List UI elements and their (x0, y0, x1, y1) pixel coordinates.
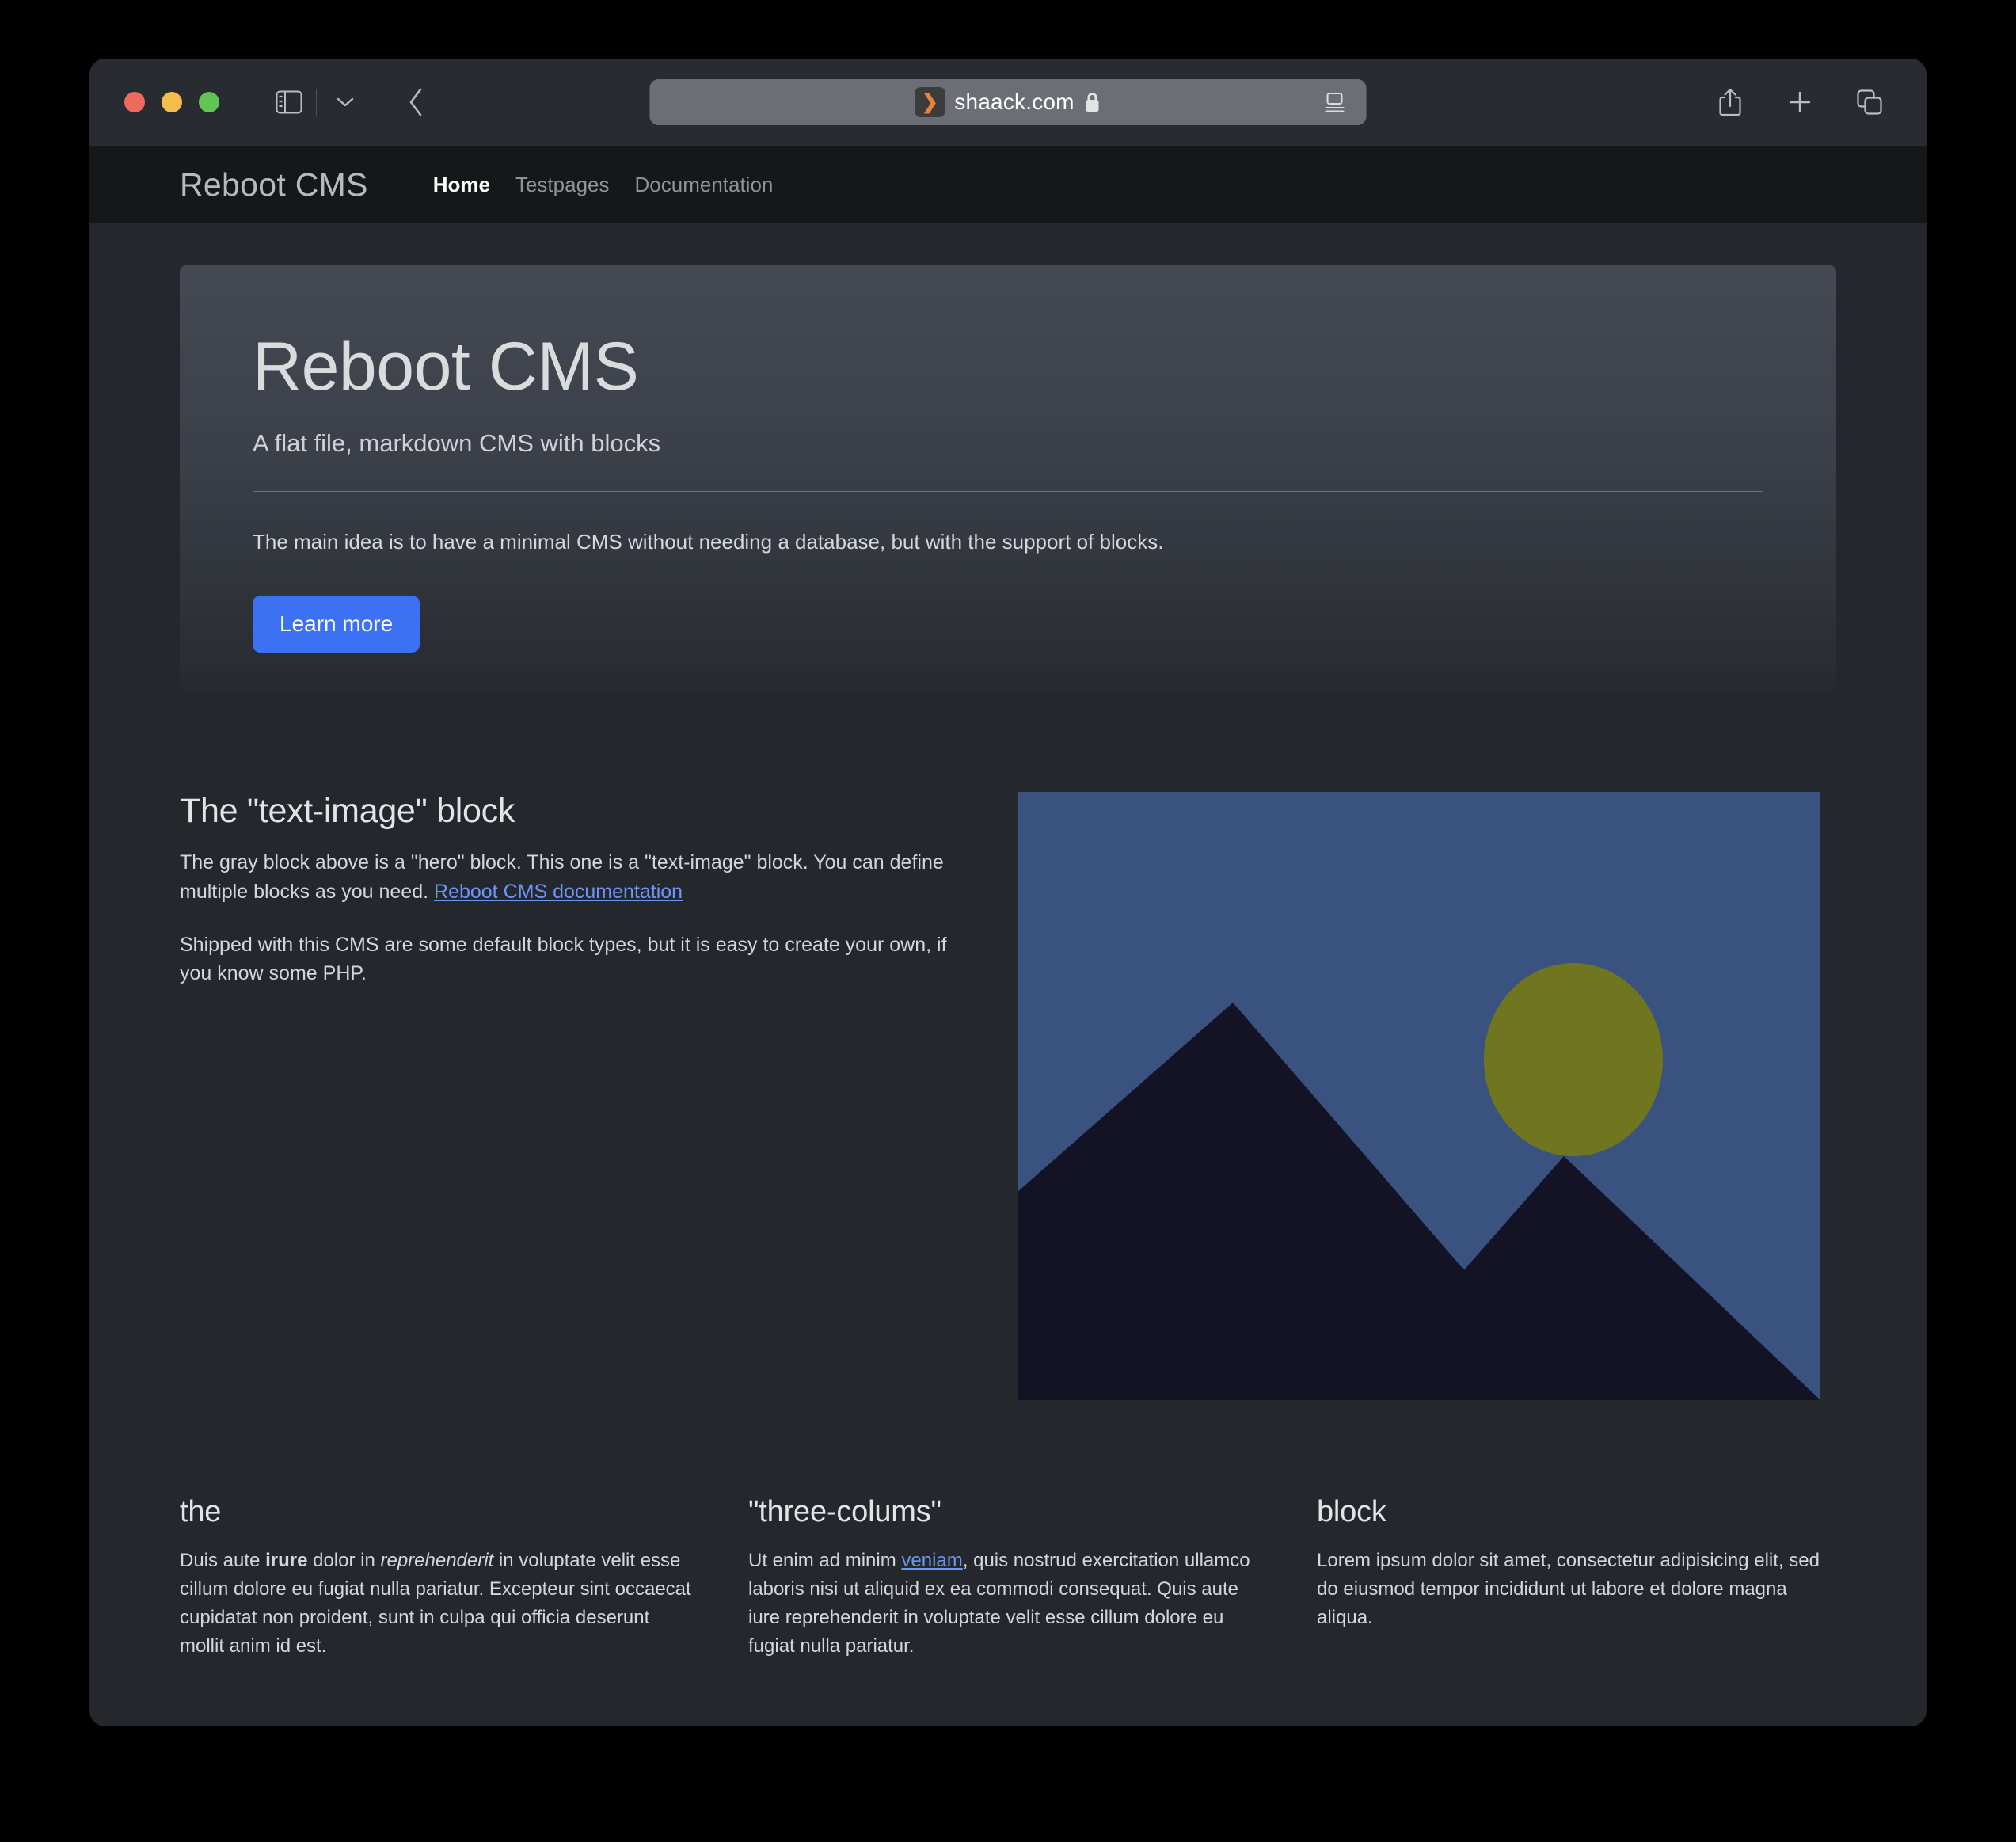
browser-window: ❯ shaack.com (89, 59, 1927, 1726)
address-bar-container: ❯ shaack.com (650, 79, 1367, 125)
column-text-fragment: Lorem ipsum dolor sit amet, consectetur … (1317, 1550, 1820, 1628)
toolbar-right-group (1710, 82, 1890, 123)
column-title: block (1317, 1495, 1830, 1529)
nav-link-documentation[interactable]: Documentation (632, 169, 777, 200)
close-window-button[interactable] (124, 92, 145, 112)
mountain-landscape-placeholder-image (1018, 792, 1820, 1400)
chevron-down-icon[interactable] (325, 82, 366, 123)
text-image-paragraph-1: The gray block above is a "hero" block. … (180, 848, 972, 907)
page-content: Reboot CMS A flat file, markdown CMS wit… (89, 223, 1927, 1726)
reader-view-icon[interactable] (1324, 91, 1346, 113)
site-navbar: Reboot CMS Home Testpages Documentation (89, 146, 1927, 223)
three-columns-block: the Duis aute irure dolor in reprehender… (180, 1495, 1836, 1661)
hero-divider (253, 491, 1763, 492)
toolbar-divider (316, 89, 317, 116)
hero-subtitle: A flat file, markdown CMS with blocks (253, 429, 1763, 458)
documentation-link[interactable]: Reboot CMS documentation (434, 881, 683, 903)
column-block: block Lorem ipsum dolor sit amet, consec… (1317, 1495, 1830, 1661)
text-image-text-column: The "text-image" block The gray block ab… (180, 792, 972, 1012)
column-paragraph: Ut enim ad minim veniam, quis nostrud ex… (748, 1547, 1261, 1661)
nav-links: Home Testpages Documentation (430, 169, 777, 200)
column-the: the Duis aute irure dolor in reprehender… (180, 1495, 693, 1661)
address-bar-content: ❯ shaack.com (915, 87, 1101, 117)
url-text: shaack.com (954, 89, 1074, 115)
sidebar-icon[interactable] (268, 82, 310, 123)
lock-icon (1084, 91, 1101, 113)
column-three-colums: "three-colums" Ut enim ad minim veniam, … (748, 1495, 1261, 1661)
nav-link-testpages[interactable]: Testpages (512, 169, 613, 200)
text-image-paragraph-2: Shipped with this CMS are some default b… (180, 931, 972, 989)
nav-link-home[interactable]: Home (430, 169, 493, 200)
column-paragraph: Lorem ipsum dolor sit amet, consectetur … (1317, 1547, 1830, 1632)
column-text-bold: irure (265, 1550, 307, 1571)
column-paragraph: Duis aute irure dolor in reprehenderit i… (180, 1547, 693, 1661)
new-tab-icon[interactable] (1779, 82, 1820, 123)
toolbar-left-group (268, 82, 437, 123)
column-text-fragment: Ut enim ad minim (748, 1550, 901, 1571)
site-brand[interactable]: Reboot CMS (180, 166, 368, 204)
column-title: the (180, 1495, 693, 1529)
column-text-italic: reprehenderit (380, 1550, 493, 1571)
hero-body-text: The main idea is to have a minimal CMS w… (253, 527, 1763, 558)
back-button[interactable] (396, 82, 437, 123)
minimize-window-button[interactable] (162, 92, 182, 112)
hero-title: Reboot CMS (253, 333, 1763, 401)
zoom-window-button[interactable] (199, 92, 219, 112)
tab-overview-icon[interactable] (1849, 82, 1890, 123)
column-text-fragment: Duis aute (180, 1550, 265, 1571)
text-image-title: The "text-image" block (180, 792, 972, 831)
window-controls (124, 92, 219, 112)
site-favicon-icon: ❯ (915, 87, 945, 117)
address-bar[interactable]: ❯ shaack.com (650, 79, 1367, 125)
text-image-block: The "text-image" block The gray block ab… (180, 792, 1836, 1400)
browser-toolbar: ❯ shaack.com (89, 59, 1927, 146)
learn-more-button[interactable]: Learn more (253, 596, 420, 653)
column-text-fragment: dolor in (307, 1550, 380, 1571)
share-icon[interactable] (1710, 82, 1751, 123)
column-title: "three-colums" (748, 1495, 1261, 1529)
text-image-image-column (1018, 792, 1820, 1400)
veniam-link[interactable]: veniam (901, 1550, 962, 1571)
hero-block: Reboot CMS A flat file, markdown CMS wit… (180, 265, 1836, 692)
